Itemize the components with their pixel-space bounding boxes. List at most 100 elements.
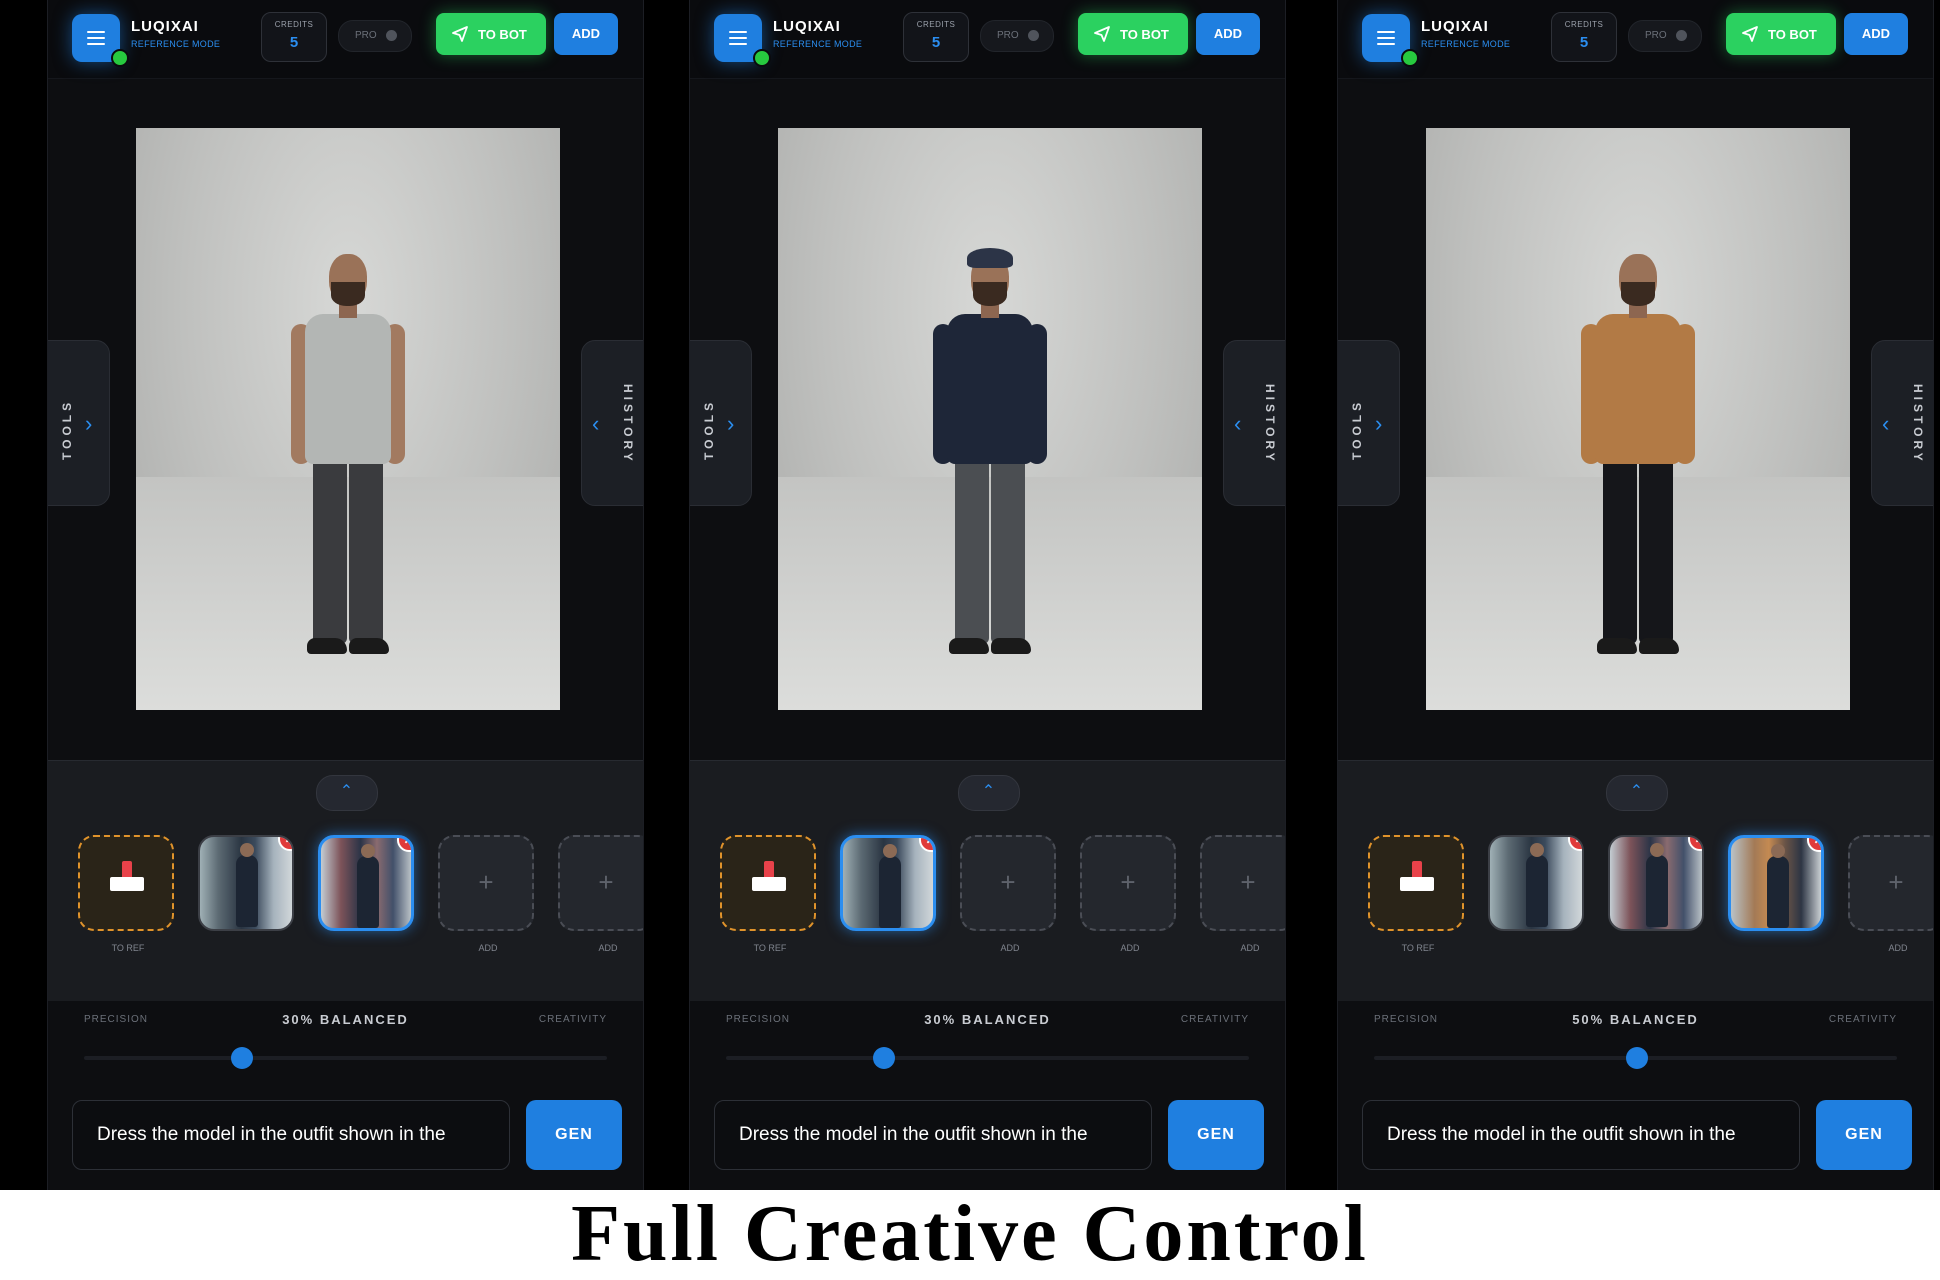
pro-label: PRO <box>997 30 1019 41</box>
add-button[interactable]: ADD <box>1844 13 1908 55</box>
close-icon[interactable]: ✕ <box>919 838 933 852</box>
flat-cap <box>967 248 1013 268</box>
online-status-dot <box>753 49 771 67</box>
tools-drawer-tab[interactable]: TOOLS › <box>690 340 752 506</box>
to-bot-button[interactable]: TO BOT <box>1726 13 1836 55</box>
credits-value: 5 <box>931 34 941 51</box>
reference-slots: TO REF ✕REF 1✕REF 2✕REF 3 + ADD <box>1368 835 1933 975</box>
reference-person <box>1767 856 1789 928</box>
gen-button[interactable]: GEN <box>1168 1100 1264 1170</box>
reference-thumbnail[interactable]: ✕REF 1 <box>198 835 294 931</box>
reference-thumbnail[interactable]: ✕REF 2 <box>1608 835 1704 931</box>
mode-label: REFERENCE MODE <box>773 39 863 49</box>
credits-label: CREDITS <box>1564 20 1604 29</box>
add-reference-slot[interactable]: + ADD <box>1848 835 1933 953</box>
chevron-up-icon: ⌃ <box>1629 783 1644 800</box>
toggle-knob <box>386 30 397 41</box>
to-ref-slot[interactable]: TO REF <box>1368 835 1464 953</box>
add-reference-slot[interactable]: + ADD <box>960 835 1056 953</box>
add-button[interactable]: ADD <box>554 13 618 55</box>
chevron-right-icon: › <box>1375 411 1383 436</box>
left-leg <box>1603 454 1637 644</box>
slider-thumb[interactable] <box>1625 1047 1648 1069</box>
close-icon[interactable]: ✕ <box>1568 837 1582 851</box>
top-bar: LUQIXAI REFERENCE MODE CREDITS 5 PRO TO BOT AD… <box>690 0 1285 79</box>
prompt-input[interactable]: Dress the model in the outfit shown in t… <box>714 1100 1152 1170</box>
prompt-input[interactable]: Dress the model in the outfit shown in t… <box>1362 1100 1800 1170</box>
to-ref-slot[interactable]: TO REF <box>720 835 816 953</box>
add-reference-slot[interactable]: + ADD <box>558 835 643 953</box>
plus-icon: + <box>1120 867 1136 897</box>
right-leg <box>349 454 383 644</box>
online-status-dot <box>111 49 129 67</box>
tools-drawer-tab[interactable]: TOOLS › <box>48 340 110 506</box>
pro-toggle[interactable]: PRO <box>338 20 412 52</box>
add-button[interactable]: ADD <box>1196 13 1260 55</box>
toggle-knob <box>1676 30 1687 41</box>
beard <box>331 282 365 306</box>
chevron-up-icon: ⌃ <box>981 783 996 800</box>
history-drawer-tab[interactable]: ‹ HISTORY <box>1871 340 1933 506</box>
top-bar: LUQIXAI REFERENCE MODE CREDITS 5 PRO TO BOT AD… <box>48 0 643 79</box>
pro-toggle[interactable]: PRO <box>980 20 1054 52</box>
to-ref-slot[interactable]: TO REF <box>78 835 174 953</box>
collapse-button[interactable]: ⌃ <box>957 775 1020 811</box>
slider-track[interactable] <box>726 1056 1249 1060</box>
slider-thumb[interactable] <box>230 1047 253 1069</box>
left-shoe <box>307 638 347 654</box>
pro-label: PRO <box>1645 30 1667 41</box>
reference-person <box>1646 855 1668 927</box>
prompt-input[interactable]: Dress the model in the outfit shown in t… <box>72 1100 510 1170</box>
collapse-button[interactable]: ⌃ <box>1605 775 1668 811</box>
close-icon[interactable]: ✕ <box>1688 837 1702 851</box>
precision-creativity-slider: PRECISION 30% BALANCED CREATIVITY <box>48 1000 643 1090</box>
history-drawer-tab[interactable]: ‹ HISTORY <box>1223 340 1285 506</box>
tools-drawer-tab[interactable]: TOOLS › <box>1338 340 1400 506</box>
chevron-left-icon: ‹ <box>1882 411 1890 436</box>
creativity-label: CREATIVITY <box>1180 1014 1249 1025</box>
slider-thumb[interactable] <box>872 1047 895 1069</box>
plus-icon: + <box>1888 867 1904 897</box>
right-shoe <box>1639 638 1679 654</box>
menu-icon <box>1377 31 1395 45</box>
close-icon[interactable]: ✕ <box>1807 838 1821 852</box>
add-reference-slot[interactable]: + ADD <box>1200 835 1285 953</box>
gen-button[interactable]: GEN <box>1816 1100 1912 1170</box>
slot-label: ADD <box>1888 943 1908 953</box>
reference-person <box>879 856 901 928</box>
plus-icon: + <box>478 867 494 897</box>
tools-label: TOOLS <box>702 398 716 460</box>
reference-thumbnail[interactable]: ✕REF 3 <box>1728 835 1824 931</box>
history-label: HISTORY <box>621 384 635 465</box>
reference-person <box>357 856 379 928</box>
pro-toggle[interactable]: PRO <box>1628 20 1702 52</box>
reference-thumbnail[interactable]: ✕REF 1 <box>840 835 936 931</box>
left-leg <box>313 454 347 644</box>
history-label: HISTORY <box>1263 384 1277 465</box>
app-name: LUQIXAI <box>773 18 841 35</box>
close-icon[interactable]: ✕ <box>278 837 292 851</box>
reference-thumbnail[interactable]: ✕REF 1 <box>1488 835 1584 931</box>
to-bot-button[interactable]: TO BOT <box>436 13 546 55</box>
collapse-button[interactable]: ⌃ <box>315 775 378 811</box>
gen-button[interactable]: GEN <box>526 1100 622 1170</box>
close-icon[interactable]: ✕ <box>397 838 411 852</box>
model-figure <box>1573 254 1703 664</box>
credits-counter: CREDITS 5 <box>1551 12 1617 62</box>
menu-icon <box>729 31 747 45</box>
history-drawer-tab[interactable]: ‹ HISTORY <box>581 340 643 506</box>
add-reference-slot[interactable]: + ADD <box>438 835 534 953</box>
left-leg <box>955 454 989 644</box>
online-status-dot <box>1401 49 1419 67</box>
reference-panel: ⌃ TO REF ✕REF 1 + ADD + ADD + ADD <box>690 760 1285 1001</box>
caption: Full Creative Control <box>0 1190 1940 1280</box>
toggle-knob <box>1028 30 1039 41</box>
torso <box>1595 314 1681 464</box>
reference-thumbnail[interactable]: ✕REF 2 <box>318 835 414 931</box>
torso <box>305 314 391 464</box>
chevron-right-icon: › <box>85 411 93 436</box>
slot-label: TO REF <box>111 943 145 953</box>
add-reference-slot[interactable]: + ADD <box>1080 835 1176 953</box>
to-bot-button[interactable]: TO BOT <box>1078 13 1188 55</box>
slider-track[interactable] <box>84 1056 607 1060</box>
